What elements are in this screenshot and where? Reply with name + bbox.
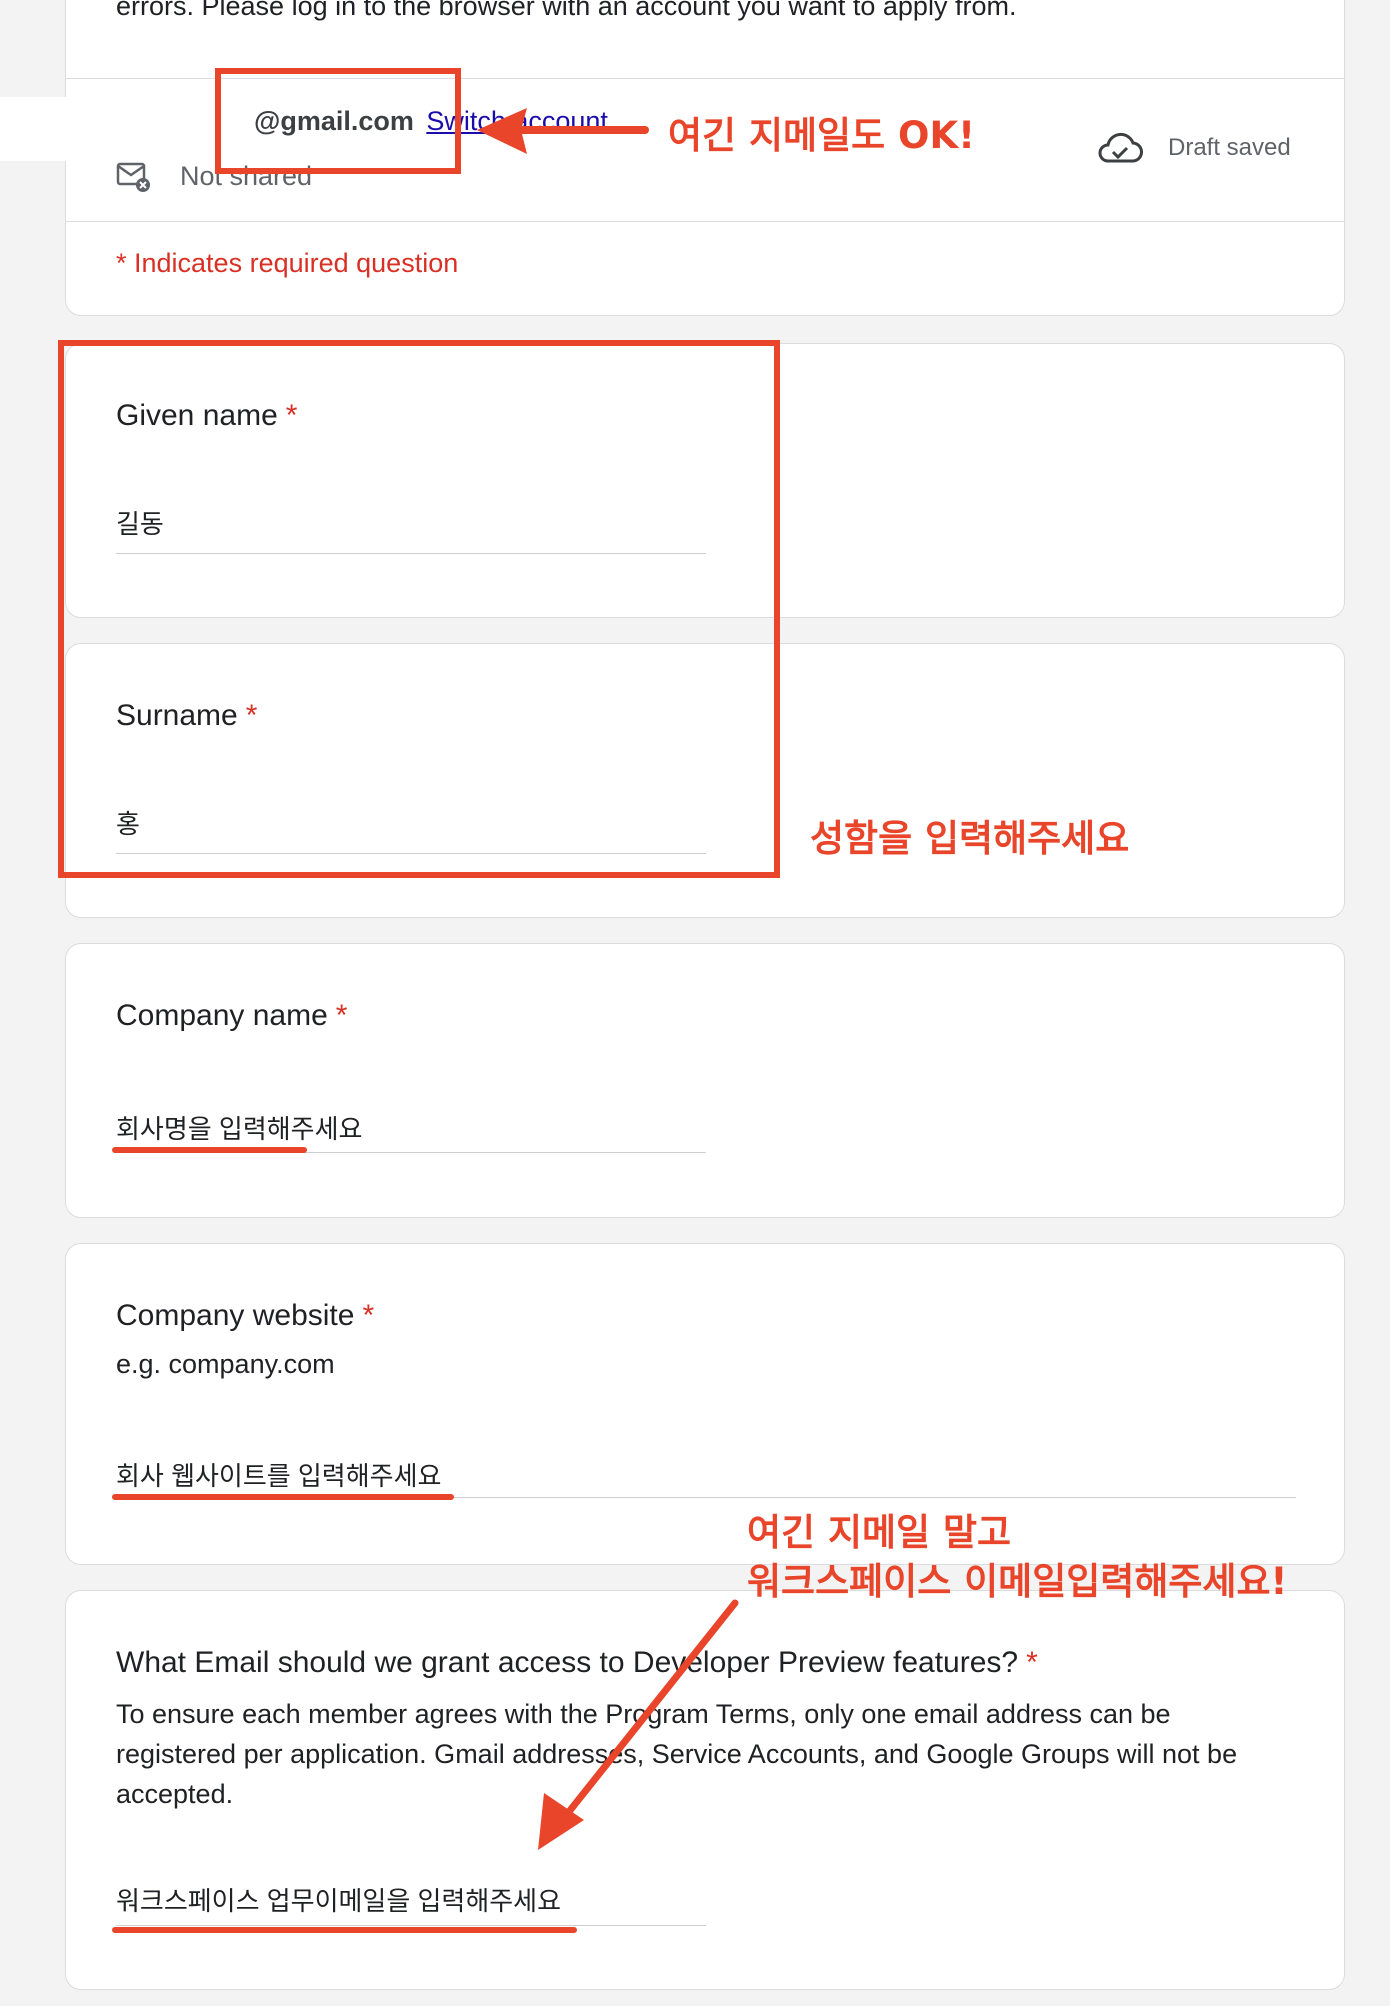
question-title: Company website * [116,1299,375,1332]
required-asterisk: * [1026,1646,1038,1679]
required-asterisk: * [335,999,348,1032]
question-title: Company name * [116,999,348,1032]
question-description: e.g. company.com [116,1349,335,1379]
company-website-input[interactable]: 회사 웹사이트를 입력해주세요 [116,1456,441,1493]
input-underline [116,1925,706,1926]
workspace-note-line2: 워크스페이스 이메일입력해주세요! [747,1560,1288,1603]
header-top-text: errors. Please log in to the browser wit… [116,0,1017,21]
workspace-email-input[interactable]: 워크스페이스 업무이메일을 입력해주세요 [116,1881,561,1918]
company-name-scribble [112,1147,307,1153]
name-highlight-box [58,340,780,878]
workspace-email-scribble [112,1927,577,1933]
mail-off-icon [116,161,152,198]
enter-name-note: 성함을 입력해주세요 [810,817,1130,860]
header-divider-2 [66,221,1344,222]
company-name-input[interactable]: 회사명을 입력해주세요 [116,1109,362,1146]
left-strip [0,97,220,161]
gmail-highlight-box [215,68,461,174]
diagonal-arrow-icon [520,1588,750,1863]
question-company-name: Company name * 회사명을 입력해주세요 [65,943,1345,1218]
required-note: * Indicates required question [116,248,459,278]
left-arrow-icon [475,104,650,169]
question-company-website: Company website * e.g. company.com 회사 웹사이… [65,1243,1345,1565]
required-asterisk: * [362,1299,375,1332]
gmail-ok-note: 여긴 지메일도 OK! [668,114,976,157]
cloud-done-icon [1096,131,1144,170]
draft-status: Draft saved [1168,134,1291,161]
workspace-note-line1: 여긴 지메일 말고 [747,1511,1012,1554]
company-website-scribble [112,1494,454,1500]
